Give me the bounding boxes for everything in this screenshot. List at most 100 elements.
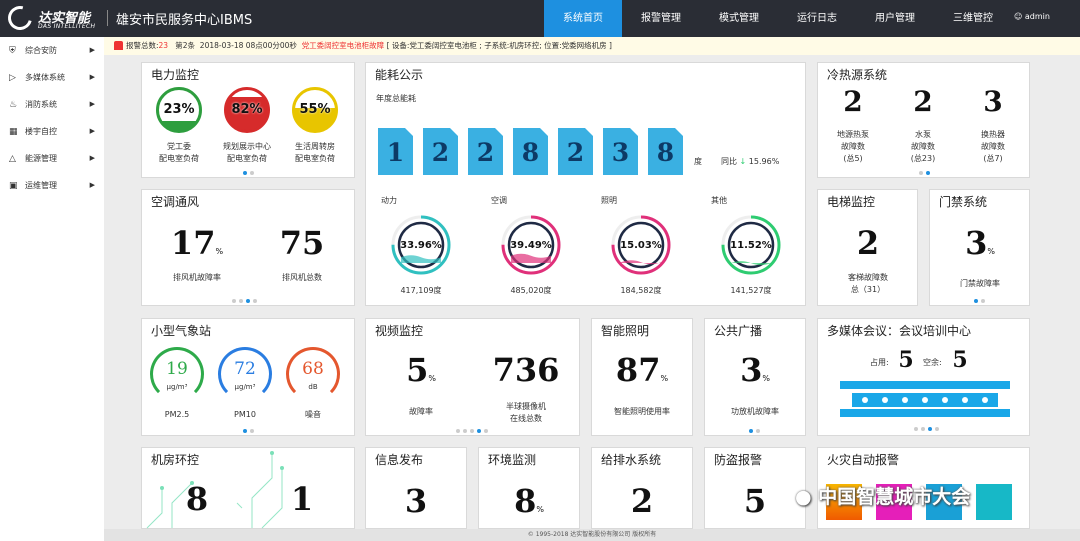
- nav-home[interactable]: 系统首页: [544, 0, 622, 37]
- card-antitheft[interactable]: 防盗报警 5: [704, 447, 806, 529]
- card-machine-room[interactable]: 机房环控 8 1: [141, 447, 355, 529]
- shield-icon: ⛨: [9, 46, 16, 56]
- lighting-usage: 87%: [615, 351, 669, 389]
- nav-alarm[interactable]: 报警管理: [622, 0, 700, 37]
- energy-digit: 2: [423, 128, 458, 175]
- hvac-label-2: 故障数: [911, 142, 935, 151]
- exhaust-fault-rate: 17%: [170, 224, 224, 262]
- weather-value: 19: [166, 359, 188, 379]
- card-power[interactable]: 电力监控 23% 党工委 配电室负荷 82% 规划展示中心 配电室负荷 55% 生活周转房 配电…: [141, 62, 355, 178]
- card-info[interactable]: 信息发布 3: [365, 447, 467, 529]
- amp-fault-rate: 3%: [740, 351, 770, 389]
- load-label: 党工委: [167, 142, 191, 151]
- sidebar-item-label: 消防系统: [25, 100, 57, 109]
- sidebar-item-fire[interactable]: ♨ 消防系统 ▶: [0, 91, 104, 118]
- sidebar-item-multimedia[interactable]: ▷ 多媒体系统 ▶: [0, 64, 104, 91]
- card-title: 冷热源系统: [827, 68, 888, 82]
- card-meeting[interactable]: 多媒体会议：会议培训中心 占用: 5 空余: 5: [817, 318, 1030, 436]
- weather-name: PM10: [234, 410, 256, 419]
- used-label: 占用:: [870, 358, 889, 367]
- card-title: 给排水系统: [601, 453, 662, 467]
- access-label: 门禁故障率: [960, 279, 1000, 288]
- card-hvac-source[interactable]: 冷热源系统 2 地源热泵 故障数 (总5) 2 水泵 故障数 (总23) 3 换热器 故障数 (总7): [817, 62, 1030, 178]
- down-arrow-icon: ↓: [739, 157, 747, 166]
- user-name: admin: [1024, 12, 1050, 21]
- sidebar-item-security[interactable]: ⛨ 综合安防 ▶: [0, 37, 104, 64]
- energy-cat-name: 动力: [381, 196, 397, 205]
- card-broadcast[interactable]: 公共广播 3% 功放机故障率: [704, 318, 806, 436]
- lighting-label: 智能照明使用率: [614, 407, 670, 416]
- card-video[interactable]: 视频监控 5% 故障率 736 半球摄像机 在线总数: [365, 318, 580, 436]
- energy-icon: △: [9, 154, 16, 164]
- card-weather[interactable]: 小型气象站 19 μg/m³ PM2.5 72 μg/m³ PM10 68 dB 噪音: [141, 318, 355, 436]
- card-energy[interactable]: 能耗公示 年度总能耗 1228238 度 同比 ↓ 15.96% 动力 33.96…: [365, 62, 806, 306]
- footer: © 1995-2018 达实智能股份有限公司 版权所有: [104, 529, 1080, 541]
- sidebar-item-building[interactable]: ▦ 楼宇自控 ▶: [0, 118, 104, 145]
- sidebar-item-label: 楼宇自控: [25, 127, 57, 136]
- video-fault-label: 故障率: [409, 407, 433, 416]
- card-title: 公共广播: [714, 324, 763, 338]
- user-menu[interactable]: ☺ admin: [1014, 12, 1050, 21]
- card-title: 信息发布: [375, 453, 424, 467]
- energy-subtitle: 年度总能耗: [376, 94, 416, 103]
- nav-mode[interactable]: 模式管理: [700, 0, 778, 37]
- carousel-dots[interactable]: [456, 429, 488, 433]
- carousel-dots[interactable]: [232, 299, 257, 303]
- chevron-right-icon: ▶: [89, 46, 95, 54]
- free-count: 5: [952, 347, 968, 373]
- carousel-dots[interactable]: [919, 171, 930, 175]
- carousel-dots[interactable]: [243, 429, 254, 433]
- card-env[interactable]: 环境监测 8%: [478, 447, 580, 529]
- carousel-dots[interactable]: [749, 429, 760, 433]
- sidebar-item-ops[interactable]: ▣ 运维管理 ▶: [0, 172, 104, 199]
- camera-online-count: 736: [492, 351, 560, 389]
- card-title: 火灾自动报警: [827, 453, 900, 467]
- card-access[interactable]: 门禁系统 3% 门禁故障率: [929, 189, 1030, 306]
- card-title: 视频监控: [375, 324, 424, 338]
- card-title: 防盗报警: [714, 453, 763, 467]
- exhaust-total-label: 排风机总数: [282, 273, 322, 282]
- load-value: 23%: [163, 102, 195, 117]
- card-water[interactable]: 给排水系统 2: [591, 447, 693, 529]
- hvac-label-2: 故障数: [981, 142, 1005, 151]
- energy-cat-value: 485,020度: [510, 286, 552, 295]
- carousel-dots[interactable]: [974, 299, 985, 303]
- hvac-label: 换热器: [981, 130, 1005, 139]
- card-aircon[interactable]: 空调通风 17% 排风机故障率 75 排风机总数: [141, 189, 355, 306]
- sidebar-item-energy[interactable]: △ 能源管理 ▶: [0, 145, 104, 172]
- machine-value-a: 8: [185, 480, 209, 518]
- user-icon: ☺: [1014, 12, 1023, 21]
- load-label-2: 配电室负荷: [295, 154, 335, 163]
- camera-label-2: 在线总数: [510, 414, 542, 423]
- alert-bar[interactable]: 报警总数:23 第2条 2018-03-18 08点00分00秒 党工委阔控室电…: [104, 37, 1080, 55]
- alert-time: 2018-03-18 08点00分00秒: [199, 41, 297, 50]
- watermark: ● 中国智慧城市大会: [795, 486, 971, 508]
- load-value: 82%: [231, 102, 263, 117]
- chevron-right-icon: ▶: [89, 73, 95, 81]
- building-icon: ▦: [9, 127, 18, 137]
- nav-users[interactable]: 用户管理: [856, 0, 934, 37]
- video-fault-rate: 5%: [406, 351, 436, 389]
- card-title: 多媒体会议：会议培训中心: [827, 324, 972, 338]
- fire-block-4: [976, 484, 1012, 520]
- energy-cat-pct: 39.49%: [510, 240, 552, 251]
- card-title: 空调通风: [151, 195, 200, 209]
- carousel-dots[interactable]: [914, 427, 939, 431]
- chevron-right-icon: ▶: [89, 127, 95, 135]
- weather-name: 噪音: [305, 410, 321, 419]
- card-elevator[interactable]: 电梯监控 2 客梯故障数 总（31）: [817, 189, 918, 306]
- card-title: 智能照明: [601, 324, 650, 338]
- carousel-dots[interactable]: [243, 171, 254, 175]
- nav-log[interactable]: 运行日志: [778, 0, 856, 37]
- hvac-fault-count: 2: [843, 85, 863, 118]
- card-lighting[interactable]: 智能照明 87% 智能照明使用率: [591, 318, 693, 436]
- top-bar: 达实智能 DAS INTELLITECH 雄安市民服务中心IBMS 系统首页 报…: [0, 0, 1080, 37]
- elevator-total: 总（31）: [850, 285, 886, 294]
- weather-unit: dB: [308, 383, 318, 391]
- alert-index: 第2条: [175, 41, 196, 50]
- nav-3d[interactable]: 三维管控: [934, 0, 1012, 37]
- info-value: 3: [404, 482, 428, 520]
- logo: 达实智能 DAS INTELLITECH: [3, 1, 106, 35]
- energy-cat-pct: 11.52%: [730, 240, 772, 251]
- yoy: 同比 ↓ 15.96%: [721, 157, 780, 166]
